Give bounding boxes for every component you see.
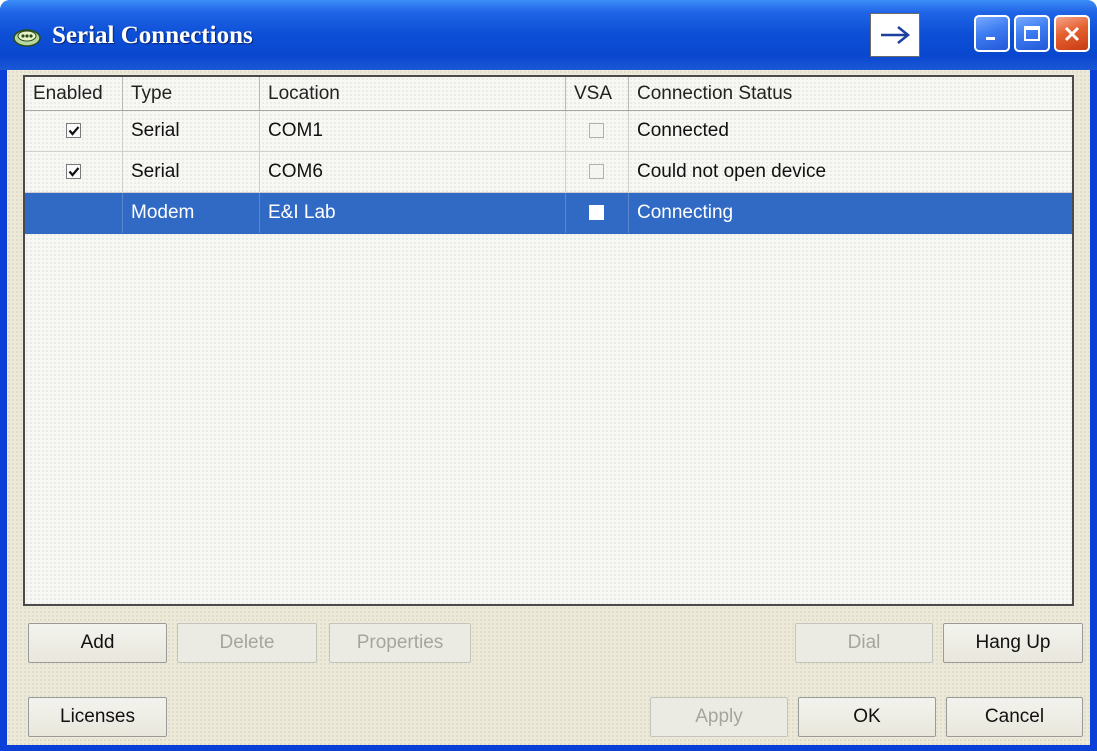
check-icon xyxy=(68,167,80,177)
close-button[interactable] xyxy=(1054,15,1090,52)
list-header: Enabled Type Location VSA Connection Sta… xyxy=(25,77,1072,111)
window-title: Serial Connections xyxy=(52,22,253,49)
enabled-cell xyxy=(25,111,123,151)
dock-button[interactable] xyxy=(870,13,920,57)
serial-connections-window: Serial Connections Enabled Type Location… xyxy=(0,0,1097,751)
arrow-right-icon xyxy=(881,26,911,44)
column-header-enabled[interactable]: Enabled xyxy=(25,77,123,110)
minimize-icon xyxy=(986,36,995,40)
enabled-cell xyxy=(25,193,123,233)
add-button[interactable]: Add xyxy=(28,623,167,663)
table-row[interactable]: Serial COM1 Connected xyxy=(25,111,1072,152)
location-cell: COM6 xyxy=(260,152,566,192)
close-icon xyxy=(1064,26,1080,41)
type-cell: Modem xyxy=(123,193,260,233)
maximize-icon xyxy=(1024,25,1040,41)
vsa-cell xyxy=(566,111,629,151)
table-row-selected[interactable]: Modem E&I Lab Connecting xyxy=(25,193,1072,234)
location-cell: COM1 xyxy=(260,111,566,151)
status-cell: Could not open device xyxy=(637,161,827,182)
delete-button[interactable]: Delete xyxy=(177,623,317,663)
column-header-vsa[interactable]: VSA xyxy=(566,77,629,110)
check-icon xyxy=(68,126,80,136)
enabled-cell xyxy=(25,152,123,192)
type-cell: Serial xyxy=(123,111,260,151)
enabled-checkbox[interactable] xyxy=(66,164,81,179)
table-row[interactable]: Serial COM6 Could not open device xyxy=(25,152,1072,193)
vsa-cell xyxy=(566,193,629,233)
connections-list[interactable]: Enabled Type Location VSA Connection Sta… xyxy=(23,75,1074,606)
hang-up-button[interactable]: Hang Up xyxy=(943,623,1083,663)
dialog-body: Enabled Type Location VSA Connection Sta… xyxy=(7,70,1090,745)
dial-button[interactable]: Dial xyxy=(795,623,933,663)
maximize-button[interactable] xyxy=(1014,15,1050,52)
licenses-button[interactable]: Licenses xyxy=(28,697,167,737)
status-cell: Connected xyxy=(637,120,729,141)
type-cell: Serial xyxy=(123,152,260,192)
vsa-cell xyxy=(566,152,629,192)
status-cell: Connecting xyxy=(637,202,734,223)
serial-connections-app-icon xyxy=(13,29,41,47)
cancel-button[interactable]: Cancel xyxy=(946,697,1083,737)
vsa-checkbox[interactable] xyxy=(589,164,604,179)
title-bar[interactable]: Serial Connections xyxy=(0,0,1097,70)
vsa-checkbox[interactable] xyxy=(589,205,604,220)
column-header-type[interactable]: Type xyxy=(123,77,260,110)
column-header-location[interactable]: Location xyxy=(260,77,566,110)
enabled-checkbox[interactable] xyxy=(66,123,81,138)
minimize-button[interactable] xyxy=(974,15,1010,52)
apply-button[interactable]: Apply xyxy=(650,697,788,737)
column-header-connection-status[interactable]: Connection Status xyxy=(629,77,1072,110)
location-cell: E&I Lab xyxy=(260,193,566,233)
ok-button[interactable]: OK xyxy=(798,697,936,737)
vsa-checkbox[interactable] xyxy=(589,123,604,138)
properties-button[interactable]: Properties xyxy=(329,623,471,663)
